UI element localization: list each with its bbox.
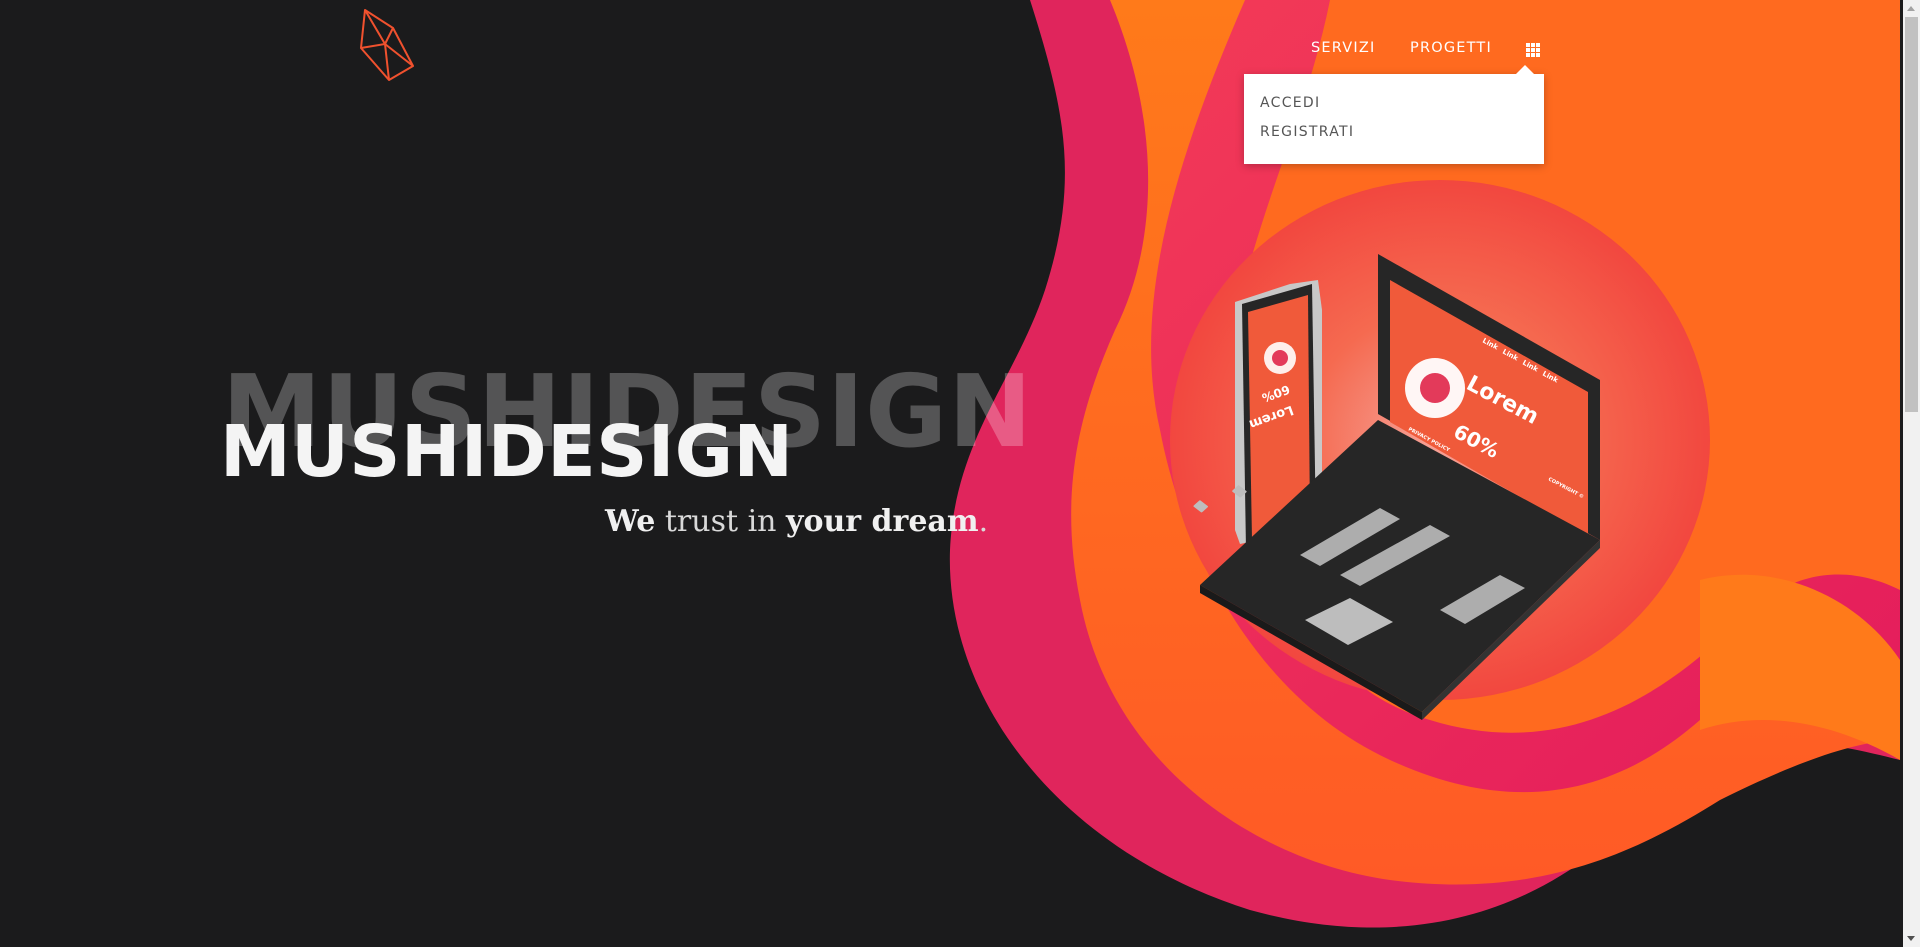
hero-title: MUSHIDESIGN (220, 410, 794, 493)
scrollbar-thumb[interactable] (1905, 17, 1918, 412)
grid-icon[interactable] (1526, 43, 1540, 57)
vertical-scrollbar[interactable] (1903, 0, 1920, 947)
tagline-period: . (978, 504, 989, 539)
logo-icon[interactable] (355, 8, 417, 90)
page: SERVIZI PROGETTI ACCEDI REGISTRATI MUSHI… (0, 0, 1900, 947)
nav-progetti[interactable]: PROGETTI (1410, 40, 1492, 62)
dropdown-item-accedi[interactable]: ACCEDI (1260, 95, 1320, 111)
tagline-word-we: We (605, 504, 656, 539)
dropdown-item-registrati[interactable]: REGISTRATI (1260, 124, 1354, 140)
account-dropdown: ACCEDI REGISTRATI (1244, 65, 1544, 164)
hero-tagline: We trust in your dream. (605, 504, 988, 539)
tagline-your-dream: your dream (786, 504, 979, 539)
tagline-middle: trust in (655, 504, 787, 539)
devices-illustration: Lorem 60% Lorem 60% Link Link Link Link … (1193, 254, 1600, 720)
scroll-down-icon[interactable] (1903, 930, 1920, 947)
nav-servizi[interactable]: SERVIZI (1311, 40, 1375, 62)
scroll-up-icon[interactable] (1903, 0, 1920, 17)
